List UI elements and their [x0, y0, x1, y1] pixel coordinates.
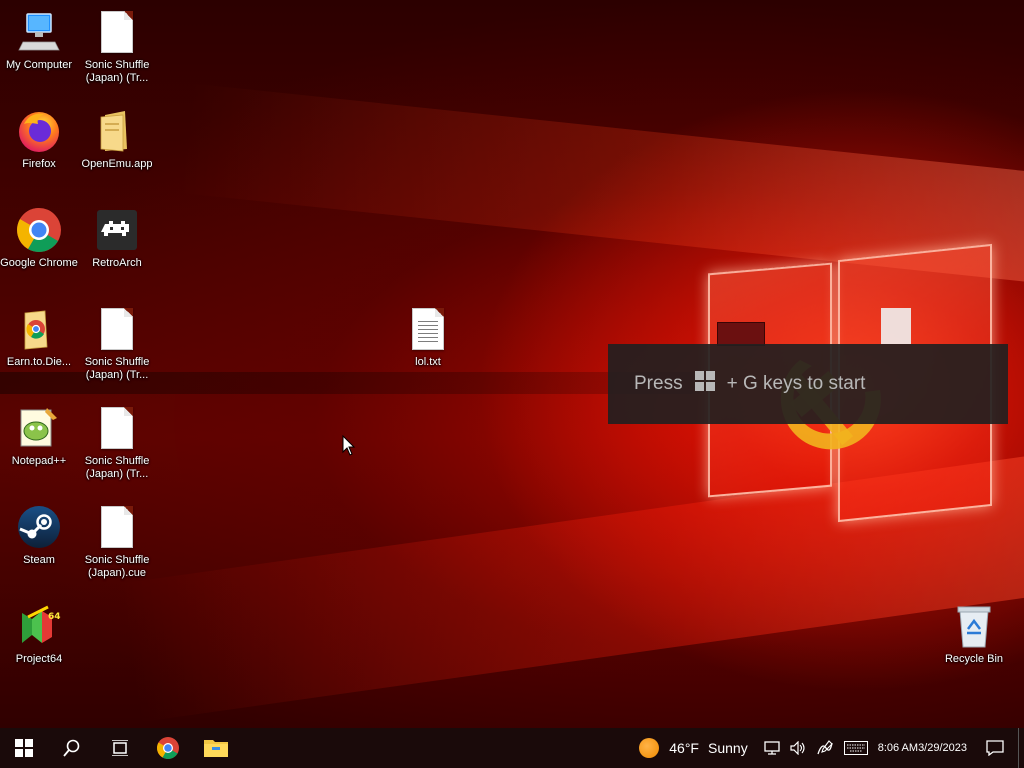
clock-date: 3/29/2023 [918, 742, 967, 754]
steam-icon [15, 503, 63, 551]
file-icon [93, 404, 141, 452]
desktop-icon-label: Recycle Bin [944, 653, 1004, 665]
desktop-icon-lol-txt[interactable]: lol.txt [389, 305, 467, 369]
desktop-icon-label: Project64 [15, 653, 63, 665]
taskbar: 46°F Sunny 8:06 AM 3/29/2023 [0, 728, 1024, 768]
weather-temp: 46°F [669, 740, 699, 756]
desktop-icon-label: RetroArch [92, 257, 142, 269]
sun-icon [639, 738, 660, 758]
touch-keyboard-button[interactable] [839, 728, 873, 768]
desktop-icon-sonic-shuffle-cue[interactable]: Sonic Shuffle (Japan).cue [78, 503, 156, 580]
keyboard-icon [843, 741, 868, 755]
desktop-icon-label: Sonic Shuffle (Japan) (Tr... [84, 356, 150, 381]
desktop-icon-recycle-bin[interactable]: Recycle Bin [935, 602, 1013, 666]
desktop-icon-google-chrome[interactable]: Google Chrome [0, 206, 78, 270]
windows-key-icon [694, 371, 715, 397]
text-file-icon [404, 305, 452, 353]
system-tray: 46°F Sunny 8:06 AM 3/29/2023 [634, 728, 1024, 768]
folder-chrome-icon [15, 305, 63, 353]
desktop-icon-label: Earn.to.Die... [6, 356, 72, 368]
file-icon [93, 503, 141, 551]
desktop[interactable]: My Computer Sonic Shuffle (Japan) (Tr...… [0, 0, 1024, 728]
folder-icon [93, 107, 141, 155]
clock-time: 8:06 AM [877, 742, 919, 754]
chrome-icon [157, 737, 179, 759]
task-view-button[interactable] [96, 728, 144, 768]
svg-text:64: 64 [48, 612, 61, 622]
taskbar-chrome-button[interactable] [144, 728, 192, 768]
desktop-icon-sonic-shuffle[interactable]: Sonic Shuffle (Japan) (Tr... [78, 8, 156, 85]
desktop-icon-sonic-shuffle[interactable]: Sonic Shuffle (Japan) (Tr... [78, 404, 156, 481]
notification-icon [986, 740, 1004, 756]
desktop-icon-label: Google Chrome [0, 257, 78, 269]
pen-workspace-button[interactable] [811, 728, 839, 768]
toast-rest-text: + G keys to start [726, 373, 866, 394]
computer-icon [15, 8, 63, 56]
wallpaper-thumbnail-icon [717, 322, 765, 346]
project64-icon: 64 [15, 602, 63, 650]
desktop-icon-label: Notepad++ [11, 455, 67, 467]
desktop-icon-earn-to-die[interactable]: Earn.to.Die... [0, 305, 78, 369]
toast-press-text: Press [634, 373, 683, 394]
desktop-icon-label: OpenEmu.app [81, 158, 153, 170]
search-button[interactable] [48, 728, 96, 768]
desktop-icon-retroarch[interactable]: RetroArch [78, 206, 156, 270]
volume-button[interactable] [785, 728, 811, 768]
desktop-icon-label: Sonic Shuffle (Japan) (Tr... [84, 59, 150, 84]
firefox-icon [15, 107, 63, 155]
desktop-icon-sonic-shuffle[interactable]: Sonic Shuffle (Japan) (Tr... [78, 305, 156, 382]
taskbar-file-explorer-button[interactable] [192, 728, 240, 768]
start-button[interactable] [0, 728, 48, 768]
action-center-button[interactable] [972, 728, 1018, 768]
file-explorer-icon [204, 740, 228, 757]
windows-start-icon [15, 739, 33, 757]
desktop-icon-my-computer[interactable]: My Computer [0, 8, 78, 72]
recycle-bin-icon [950, 602, 998, 650]
file-icon [93, 305, 141, 353]
retroarch-icon [93, 206, 141, 254]
weather-widget[interactable]: 46°F Sunny [634, 728, 758, 768]
weather-condition: Sunny [708, 740, 748, 756]
desktop-icon-project64[interactable]: 64 Project64 [0, 602, 78, 666]
search-icon [63, 739, 80, 757]
desktop-icon-label: Steam [23, 554, 55, 566]
desktop-icon-openemu[interactable]: OpenEmu.app [78, 107, 156, 171]
volume-icon [790, 741, 805, 755]
desktop-icon-label: lol.txt [415, 356, 441, 368]
file-icon [93, 8, 141, 56]
notepad-plus-plus-icon [15, 404, 63, 452]
taskbar-clock[interactable]: 8:06 AM 3/29/2023 [873, 728, 972, 768]
network-button[interactable] [759, 728, 785, 768]
desktop-icon-notepad-plus-plus[interactable]: Notepad++ [0, 404, 78, 468]
file-icon [881, 308, 911, 344]
show-desktop-button[interactable] [1018, 728, 1024, 768]
task-view-icon [112, 740, 128, 756]
desktop-icon-firefox[interactable]: Firefox [0, 107, 78, 171]
game-bar-toast: Press + G keys to start [608, 344, 1008, 424]
mouse-cursor-icon [342, 435, 356, 456]
pen-icon [817, 740, 833, 755]
desktop-icon-steam[interactable]: Steam [0, 503, 78, 567]
network-icon [764, 741, 780, 755]
desktop-icon-label: Sonic Shuffle (Japan).cue [84, 554, 150, 579]
desktop-icon-label: Sonic Shuffle (Japan) (Tr... [84, 455, 150, 480]
desktop-icon-label: My Computer [5, 59, 73, 71]
chrome-icon [15, 206, 63, 254]
desktop-icon-label: Firefox [22, 158, 56, 170]
